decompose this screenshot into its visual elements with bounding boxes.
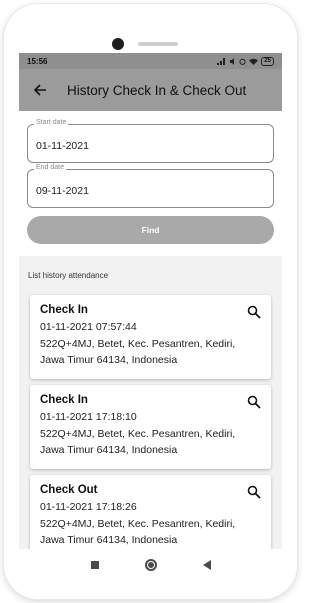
mute-icon	[230, 57, 235, 65]
start-date-field[interactable]: Start date 01-11-2021	[27, 119, 274, 163]
end-date-field[interactable]: End date 09-11-2021	[27, 164, 274, 208]
record-datetime: 01-11-2021 17:18:10	[40, 411, 137, 423]
record-address-line-1: 522Q+4MJ, Betet, Kec. Pesantren, Kediri,	[40, 518, 236, 530]
date-filter-form: Start date 01-11-2021 End date 09-11-202…	[19, 111, 282, 256]
record-datetime: 01-11-2021 07:57:44	[40, 321, 137, 333]
system-nav-bar	[19, 549, 282, 581]
signal-icon	[217, 57, 226, 65]
record-address: 522Q+4MJ, Betet, Kec. Pesantren, Kediri,…	[40, 336, 261, 368]
status-time: 15:56	[27, 56, 48, 66]
record-address-line-2: Jawa Timur 64134, Indonesia	[40, 354, 178, 366]
find-button[interactable]: Find	[27, 216, 274, 244]
page-title: History Check In & Check Out	[67, 82, 247, 98]
record-type: Check In	[40, 304, 88, 316]
search-icon[interactable]	[247, 305, 261, 319]
record-address-line-1: 522Q+4MJ, Betet, Kec. Pesantren, Kediri,	[40, 338, 236, 350]
record-datetime: 01-11-2021 17:18:26	[40, 501, 137, 513]
alarm-icon	[239, 58, 246, 65]
end-date-value: 09-11-2021	[36, 185, 89, 197]
status-icons: 25	[217, 56, 274, 66]
attendance-card[interactable]: Check In 01-11-2021 17:18:10 522Q+4MJ, B…	[30, 385, 271, 469]
attendance-card[interactable]: Check In 01-11-2021 07:57:44 522Q+4MJ, B…	[30, 295, 271, 379]
home-icon[interactable]	[144, 559, 157, 571]
start-date-value: 01-11-2021	[36, 140, 89, 152]
record-address: 522Q+4MJ, Betet, Kec. Pesantren, Kediri,…	[40, 516, 261, 548]
record-address-line-2: Jawa Timur 64134, Indonesia	[40, 444, 178, 456]
status-bar: 15:56 25	[19, 53, 282, 69]
record-address: 522Q+4MJ, Betet, Kec. Pesantren, Kediri,…	[40, 426, 261, 458]
search-icon[interactable]	[247, 395, 261, 409]
recent-apps-icon[interactable]	[90, 561, 99, 569]
battery-indicator: 25	[261, 56, 274, 66]
record-address-line-1: 522Q+4MJ, Betet, Kec. Pesantren, Kediri,	[40, 428, 236, 440]
end-date-label: End date	[34, 164, 67, 171]
wifi-icon	[249, 58, 259, 65]
record-type: Check In	[40, 394, 88, 406]
record-address-line-2: Jawa Timur 64134, Indonesia	[40, 534, 178, 546]
record-type: Check Out	[40, 484, 98, 496]
system-back-icon[interactable]	[202, 560, 211, 570]
start-date-label: Start date	[34, 119, 69, 126]
front-camera	[112, 38, 124, 50]
phone-frame: 15:56 25 History Check In & Check Out St…	[4, 4, 297, 599]
list-history-label: List history attendance	[28, 271, 109, 280]
attendance-card[interactable]: Check Out 01-11-2021 17:18:26 522Q+4MJ, …	[30, 475, 271, 549]
earpiece-speaker	[138, 42, 178, 46]
search-icon[interactable]	[247, 485, 261, 499]
app-screen: 15:56 25 History Check In & Check Out St…	[19, 53, 282, 549]
app-bar: History Check In & Check Out	[19, 69, 282, 111]
back-arrow-icon[interactable]	[31, 81, 49, 99]
